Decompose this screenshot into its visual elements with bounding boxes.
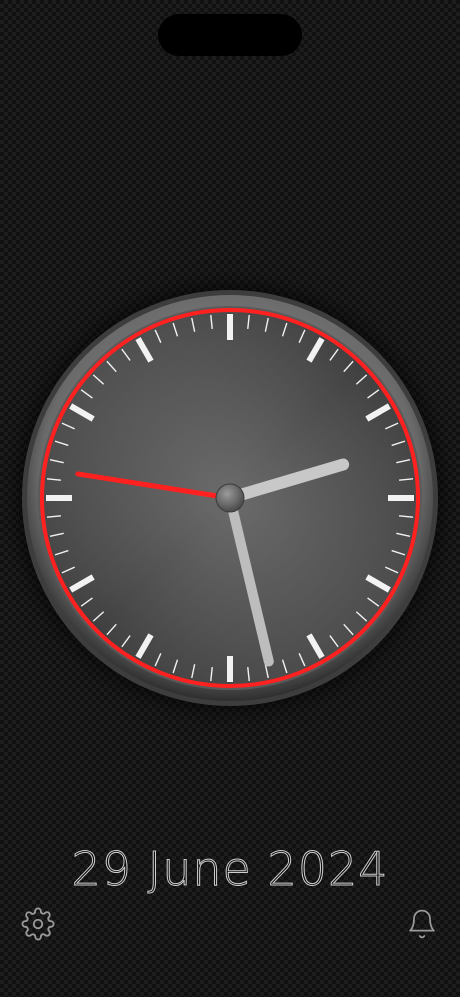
gear-icon <box>21 907 55 941</box>
settings-button[interactable] <box>20 906 56 942</box>
bell-icon <box>409 909 435 939</box>
dynamic-island <box>158 14 302 56</box>
clock-face <box>22 290 438 706</box>
analog-clock <box>22 290 438 706</box>
date-label: 29 June 2024 <box>71 842 389 897</box>
alarm-button[interactable] <box>404 906 440 942</box>
center-cap <box>215 483 245 513</box>
